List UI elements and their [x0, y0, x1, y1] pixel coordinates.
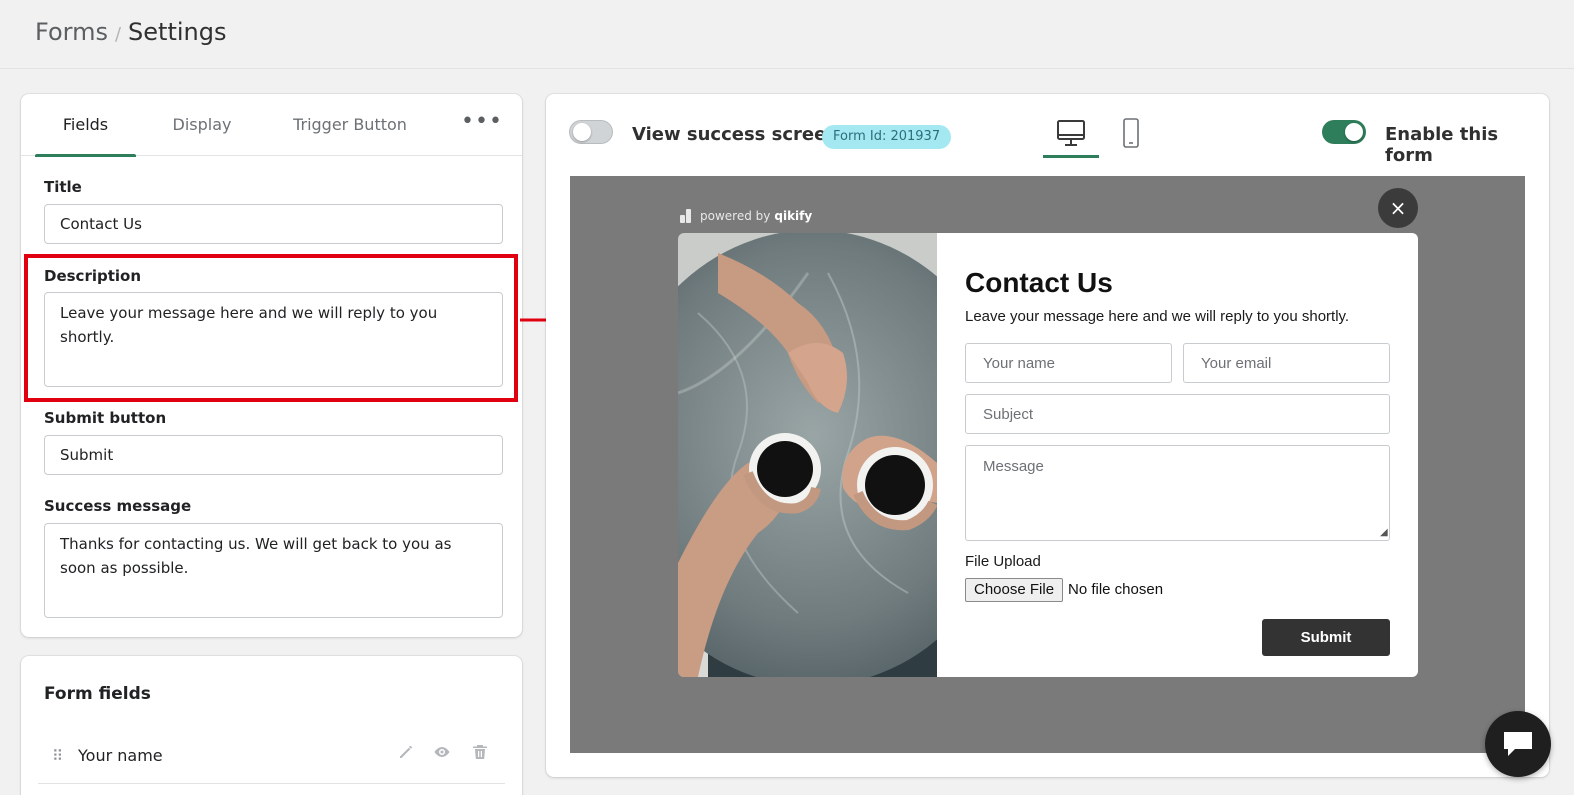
- form-fields-heading: Form fields: [44, 684, 151, 704]
- success-message-label: Success message: [44, 497, 192, 515]
- breadcrumb-forms-link[interactable]: Forms: [35, 18, 108, 46]
- form-field-row[interactable]: ⠿ Your name: [38, 736, 505, 784]
- powered-by-text: powered by: [700, 209, 771, 223]
- form-preview: powered by qikify × Contact Us Leave you…: [570, 176, 1525, 753]
- chat-icon: [1504, 732, 1532, 756]
- view-success-label: View success screen: [632, 124, 840, 145]
- popup-description: Leave your message here and we will repl…: [965, 308, 1350, 325]
- toggle-knob: [573, 123, 591, 141]
- settings-tabs: Fields Display Trigger Button •••: [21, 94, 522, 157]
- tab-trigger-button[interactable]: Trigger Button: [279, 94, 421, 156]
- preview-card: View success screen Form Id: 201937 Enab…: [546, 94, 1549, 777]
- desktop-view-button[interactable]: [1043, 108, 1099, 158]
- submit-button-input[interactable]: [44, 435, 503, 475]
- tab-display[interactable]: Display: [158, 94, 246, 156]
- powered-by: powered by qikify: [678, 208, 812, 224]
- description-highlight-box: [24, 254, 518, 402]
- title-label: Title: [44, 178, 82, 196]
- name-input[interactable]: [965, 343, 1172, 383]
- submit-button[interactable]: Submit: [1262, 619, 1390, 656]
- coffee-table-image: [678, 233, 937, 677]
- subject-input[interactable]: [965, 394, 1390, 434]
- form-field-label: Your name: [78, 746, 163, 765]
- success-message-textarea[interactable]: Thanks for contacting us. We will get ba…: [44, 523, 503, 618]
- title-input[interactable]: [44, 204, 503, 244]
- popup-form: Contact Us Leave your message here and w…: [678, 233, 1418, 677]
- no-file-chosen-text: No file chosen: [1068, 581, 1164, 598]
- submit-button-label: Submit button: [44, 409, 167, 427]
- resize-grip-icon[interactable]: ◢: [1380, 527, 1388, 538]
- eye-icon[interactable]: [432, 742, 452, 762]
- more-tabs-icon[interactable]: •••: [461, 94, 502, 156]
- chat-button[interactable]: [1485, 711, 1551, 777]
- enable-form-toggle[interactable]: [1322, 120, 1366, 144]
- email-input[interactable]: [1183, 343, 1390, 383]
- tab-fields[interactable]: Fields: [35, 94, 136, 157]
- file-upload-label: File Upload: [965, 553, 1041, 570]
- toggle-knob: [1345, 123, 1363, 141]
- trash-icon[interactable]: [470, 742, 490, 762]
- popup-title: Contact Us: [965, 267, 1113, 298]
- close-icon[interactable]: ×: [1378, 188, 1418, 228]
- mobile-icon: [1123, 118, 1139, 148]
- enable-form-label: Enable this form: [1385, 124, 1499, 166]
- qikify-logo-icon: [680, 209, 691, 223]
- drag-handle-icon[interactable]: ⠿: [52, 747, 63, 765]
- breadcrumb: Forms / Settings: [35, 18, 226, 46]
- form-id-badge: Form Id: 201937: [822, 125, 952, 149]
- choose-file-button[interactable]: Choose File: [965, 578, 1064, 602]
- form-fields-card: Form fields ⠿ Your name: [21, 656, 522, 795]
- view-success-toggle[interactable]: [569, 120, 613, 144]
- desktop-icon: [1057, 120, 1085, 146]
- mobile-view-button[interactable]: [1103, 108, 1159, 158]
- top-bar: Forms / Settings: [0, 0, 1574, 69]
- page-title: Settings: [128, 18, 227, 46]
- breadcrumb-separator: /: [114, 24, 122, 45]
- edit-icon[interactable]: [396, 742, 416, 762]
- message-textarea[interactable]: [965, 445, 1390, 541]
- powered-by-brand: qikify: [774, 209, 813, 223]
